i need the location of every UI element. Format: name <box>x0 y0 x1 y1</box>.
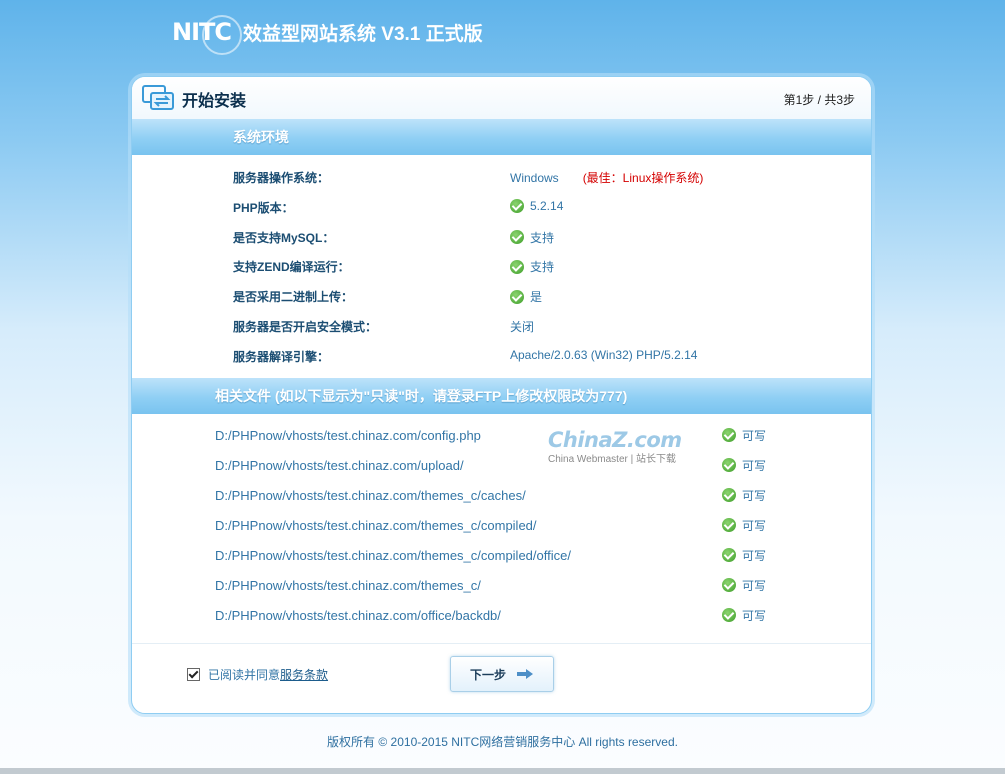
card-header: 开始安装 第1步 / 共3步 <box>132 77 871 119</box>
env-row-binary-upload: 是否采用二进制上传： 是 <box>132 280 871 310</box>
step-current: 第1步 <box>783 93 815 107</box>
page-title: 开始安装 <box>182 93 247 110</box>
bottom-divider <box>0 768 1005 774</box>
check-icon <box>510 230 524 245</box>
env-value: 是 <box>510 288 542 305</box>
next-step-label: 下一步 <box>469 667 506 682</box>
env-label: PHP版本： <box>233 200 294 215</box>
check-icon <box>722 488 736 503</box>
file-path: D:/PHPnow/vhosts/test.chinaz.com/themes_… <box>215 487 526 503</box>
os-recommendation-note: (最佳：Linux操作系统) <box>582 171 704 185</box>
step-total: / 共3步 <box>817 93 855 107</box>
env-table: 服务器操作系统： Windows (最佳：Linux操作系统) PHP版本： 5… <box>132 161 871 370</box>
env-value: 支持 <box>510 258 554 275</box>
file-path: D:/PHPnow/vhosts/test.chinaz.com/office/… <box>215 607 501 623</box>
terms-link[interactable]: 服务条款 <box>280 666 328 683</box>
agree-terms[interactable]: 已阅读并同意 服务条款 <box>187 666 328 683</box>
env-row-engine: 服务器解译引擎： Apache/2.0.63 (Win32) PHP/5.2.1… <box>132 340 871 370</box>
agree-checkbox[interactable] <box>187 668 200 681</box>
check-icon <box>510 289 524 304</box>
env-section-header: 系统环境 <box>132 119 871 155</box>
logo-mark: NITC <box>172 15 242 55</box>
env-label: 服务器解译引擎： <box>233 349 330 364</box>
copyright: 版权所有 © 2010-2015 NITC网络营销服务中心 All rights… <box>327 735 678 749</box>
list-item: D:/PHPnow/vhosts/test.chinaz.com/themes_… <box>132 538 871 568</box>
file-path: D:/PHPnow/vhosts/test.chinaz.com/config.… <box>215 427 481 443</box>
next-step-button[interactable]: 下一步 <box>450 656 554 692</box>
file-status: 可写 <box>722 487 766 504</box>
file-status: 可写 <box>722 577 766 594</box>
file-status: 可写 <box>722 427 766 444</box>
env-value: Apache/2.0.63 (Win32) PHP/5.2.14 <box>510 347 698 362</box>
env-row-safe-mode: 服务器是否开启安全模式： 关闭 <box>132 310 871 340</box>
file-path: D:/PHPnow/vhosts/test.chinaz.com/upload/ <box>215 457 464 473</box>
card-footer: 已阅读并同意 服务条款 下一步 <box>132 643 871 713</box>
install-card: 开始安装 第1步 / 共3步 系统环境 服务器操作系统： Windows (最佳… <box>131 76 872 714</box>
env-label: 是否支持MySQL： <box>233 230 335 245</box>
list-item: D:/PHPnow/vhosts/test.chinaz.com/themes_… <box>132 508 871 538</box>
env-row-zend: 支持ZEND编译运行： 支持 <box>132 250 871 280</box>
file-status: 可写 <box>722 547 766 564</box>
env-label: 服务器是否开启安全模式： <box>233 319 378 334</box>
env-value: 5.2.14 <box>510 198 563 213</box>
logo-ring-icon <box>202 15 242 55</box>
product-title: 效益型网站系统 V3.1 正式版 <box>243 23 483 45</box>
env-row-mysql: 是否支持MySQL： 支持 <box>132 221 871 251</box>
list-item: D:/PHPnow/vhosts/test.chinaz.com/upload/… <box>132 448 871 478</box>
check-icon <box>510 259 524 274</box>
env-label: 服务器操作系统： <box>233 171 330 185</box>
env-label: 支持ZEND编译运行： <box>233 260 350 275</box>
list-item: D:/PHPnow/vhosts/test.chinaz.com/themes_… <box>132 478 871 508</box>
check-icon <box>722 518 736 533</box>
check-icon <box>722 548 736 563</box>
file-status: 可写 <box>722 457 766 474</box>
file-permission-list: ChinaZ.com China Webmaster | 站长下载 D:/PHP… <box>132 418 871 628</box>
file-status: 可写 <box>722 517 766 534</box>
file-path: D:/PHPnow/vhosts/test.chinaz.com/themes_… <box>215 547 571 563</box>
file-path: D:/PHPnow/vhosts/test.chinaz.com/themes_… <box>215 517 537 533</box>
check-icon <box>722 458 736 473</box>
env-label: 是否采用二进制上传： <box>233 290 354 305</box>
list-item: D:/PHPnow/vhosts/test.chinaz.com/office/… <box>132 598 871 628</box>
list-item: D:/PHPnow/vhosts/test.chinaz.com/themes_… <box>132 568 871 598</box>
check-icon <box>722 608 736 623</box>
arrow-right-icon <box>517 669 533 679</box>
check-icon <box>722 578 736 593</box>
file-status: 可写 <box>722 607 766 624</box>
list-item: D:/PHPnow/vhosts/test.chinaz.com/config.… <box>132 418 871 448</box>
check-icon <box>722 428 736 443</box>
brand-logo: NITC 效益型网站系统 V3.1 正式版 <box>172 12 483 55</box>
file-path: D:/PHPnow/vhosts/test.chinaz.com/themes_… <box>215 577 481 593</box>
env-row-os: 服务器操作系统： Windows (最佳：Linux操作系统) <box>132 161 871 191</box>
env-value: 关闭 <box>510 319 535 334</box>
files-section-header: 相关文件 (如以下显示为"只读"时，请登录FTP上修改权限改为777) <box>132 377 871 414</box>
step-indicator: 第1步 / 共3步 <box>784 91 855 108</box>
env-value: Windows (最佳：Linux操作系统) <box>510 170 704 186</box>
env-value: 支持 <box>510 229 554 246</box>
check-icon <box>510 198 524 213</box>
install-icon <box>142 85 174 110</box>
env-row-php: PHP版本： 5.2.14 <box>132 191 871 221</box>
agree-label: 已阅读并同意 <box>208 668 281 682</box>
